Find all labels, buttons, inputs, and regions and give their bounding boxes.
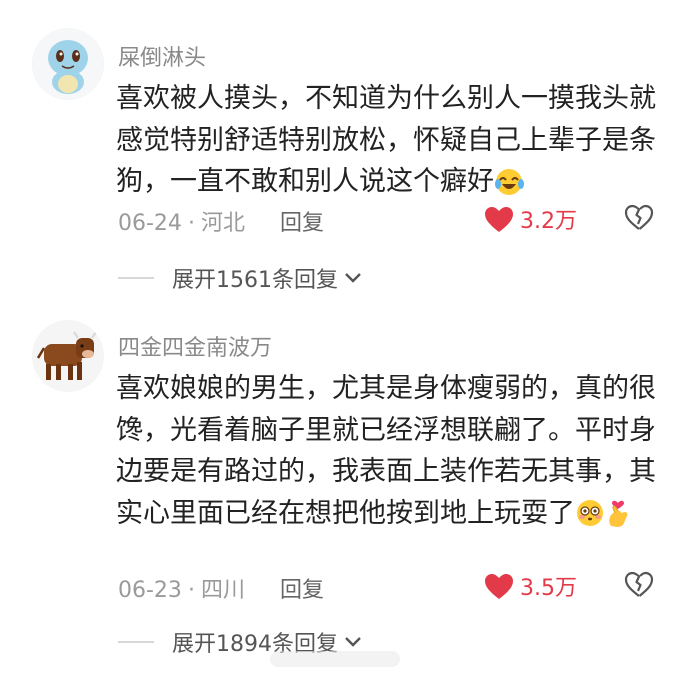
expand-replies-label: 展开1561条回复	[172, 268, 338, 293]
user-avatar[interactable]	[32, 28, 104, 100]
like-count: 3.2万	[520, 209, 577, 234]
reply-button[interactable]: 回复	[280, 572, 324, 604]
flushed-face-emoji-icon	[575, 498, 605, 541]
comment-text-body: 喜欢被人摸头，不知道为什么别人一摸我头就感觉特别舒适特别放松，怀疑自己上辈子是条…	[116, 83, 656, 197]
comment-text: 喜欢娘娘的男生，尤其是身体瘦弱的，真的很馋，光看着脑子里就已经浮想联翩了。平时身…	[116, 368, 664, 540]
finger-heart-emoji-icon	[605, 496, 631, 541]
like-button[interactable]: 3.2万	[484, 203, 577, 235]
watermark-icon	[270, 651, 400, 667]
dislike-button[interactable]	[624, 204, 654, 235]
squirtle-avatar-icon	[32, 28, 104, 100]
user-avatar[interactable]	[32, 320, 104, 392]
comment-location: 四川	[200, 578, 245, 603]
heart-icon	[485, 573, 513, 599]
expand-divider	[118, 641, 154, 643]
broken-heart-icon	[624, 571, 654, 597]
comment-meta: 06-24 · 河北	[118, 205, 245, 237]
heart-icon	[485, 206, 513, 232]
expand-replies[interactable]: 展开1561条回复	[118, 262, 362, 294]
chevron-down-icon	[345, 273, 361, 283]
broken-heart-icon	[624, 204, 654, 230]
username[interactable]: 屎倒淋头	[118, 40, 206, 72]
meta-separator: ·	[187, 211, 195, 236]
cow-avatar-icon	[32, 320, 104, 392]
expand-divider	[118, 277, 154, 279]
comment-date: 06-23	[118, 578, 182, 603]
comment-location: 河北	[200, 211, 245, 236]
meta-separator: ·	[187, 578, 195, 603]
like-count: 3.5万	[520, 576, 577, 601]
comment-meta: 06-23 · 四川	[118, 572, 245, 604]
dislike-button[interactable]	[624, 571, 654, 602]
like-button[interactable]: 3.5万	[484, 570, 577, 602]
comment-date: 06-24	[118, 211, 182, 236]
username[interactable]: 四金四金南波万	[118, 330, 272, 362]
reply-button[interactable]: 回复	[280, 205, 324, 237]
comment-text: 喜欢被人摸头，不知道为什么别人一摸我头就感觉特别舒适特别放松，怀疑自己上辈子是条…	[116, 78, 664, 209]
